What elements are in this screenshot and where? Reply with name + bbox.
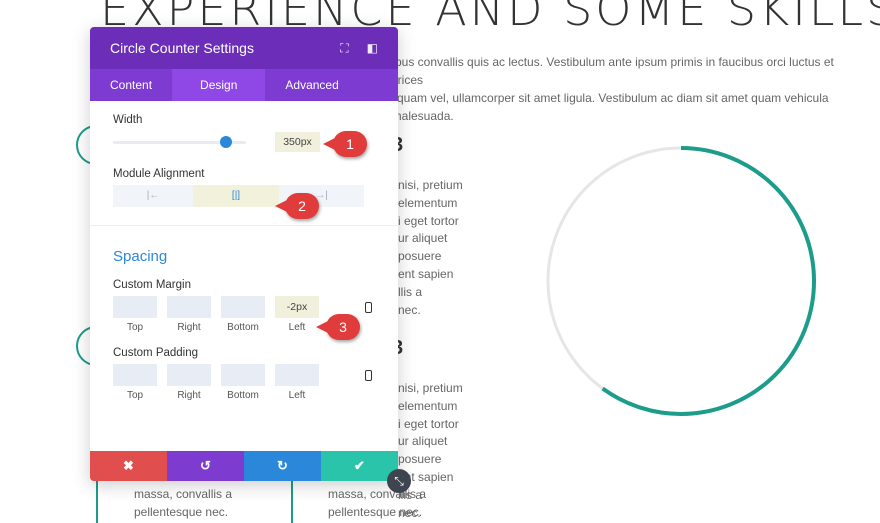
spacing-field-right: Right (167, 296, 211, 333)
fullscreen-icon[interactable]: ⛶ (340, 41, 348, 56)
text-line: ur aliquet (398, 434, 448, 449)
field-caption: Bottom (227, 322, 259, 333)
text-line: i eget tortor (398, 213, 459, 228)
padding-label: Custom Padding (113, 347, 199, 359)
padding-bottom-input[interactable] (221, 364, 265, 386)
resize-handle-icon[interactable]: ⤡ (387, 469, 411, 493)
padding-left-input[interactable] (275, 364, 319, 386)
spacing-field-top: Top (113, 296, 157, 333)
padding-top-input[interactable] (113, 364, 157, 386)
settings-panel: Circle Counter Settings ⛶ ◧ Content Desi… (90, 27, 398, 481)
undo-button[interactable]: ↺ (167, 451, 244, 481)
text-line: ur aliquet (398, 231, 448, 246)
spacing-field-left: Left (275, 364, 319, 401)
padding-right-input[interactable] (167, 364, 211, 386)
divider (90, 225, 398, 226)
intro-line: mpus convallis quis ac lectus. Vestibulu… (385, 55, 834, 87)
annotation-badge: 1 (323, 131, 367, 157)
card-border (96, 481, 98, 523)
spacing-field-top: Top (113, 364, 157, 401)
text-line: pellentesque nec. (328, 504, 423, 519)
tab-design[interactable]: Design (172, 69, 266, 101)
margin-top-input[interactable] (113, 296, 157, 318)
panel-tabs: Content Design Advanced (90, 69, 398, 101)
field-caption: Top (126, 390, 144, 401)
panel-title: Circle Counter Settings (110, 40, 254, 56)
align-center-button[interactable]: [|] (193, 185, 279, 207)
text-line: nisi, pretium (398, 381, 463, 395)
circle-counter (546, 146, 816, 416)
field-caption: Left (288, 322, 306, 333)
alignment-options: |← [|] →| (113, 185, 375, 207)
slider-handle[interactable] (220, 136, 233, 148)
text-line: nec. (398, 302, 421, 317)
spacing-field-bottom: Bottom (221, 364, 265, 401)
intro-line: t malesuada. (385, 109, 454, 123)
padding-fields: Top Right Bottom Left (113, 364, 375, 401)
card-text: massa, convallis a pellentesque nec. (328, 486, 426, 522)
panel-header: Circle Counter Settings ⛶ ◧ (90, 27, 398, 69)
text-line: ent sapien (398, 266, 454, 281)
text-line: massa, convallis a (328, 487, 427, 501)
card-text: massa, convallis a pellentesque nec. (134, 486, 232, 522)
width-label: Width (113, 114, 143, 126)
text-column: nisi, pretium elementum i eget tortor ur al… (398, 177, 463, 319)
cancel-button[interactable]: ✖ (90, 451, 167, 481)
intro-text: mpus convallis quis ac lectus. Vestibulu… (385, 53, 875, 125)
text-line: posuere (398, 452, 442, 467)
align-left-button[interactable]: |← (113, 185, 193, 207)
intro-line: aliquam vel, ullamcorper sit amet ligula… (385, 91, 829, 105)
width-value-input[interactable]: 350px (275, 132, 320, 152)
text-line: pellentesque nec. (134, 504, 229, 519)
spacing-field-left: -2px Left (275, 296, 319, 333)
spacing-field-right: Right (167, 364, 211, 401)
text-line: nisi, pretium (398, 178, 463, 192)
field-caption: Right (177, 322, 201, 333)
text-line: i eget tortor (398, 416, 459, 431)
margin-bottom-input[interactable] (221, 296, 265, 318)
margin-right-input[interactable] (167, 296, 211, 318)
spacing-section-title: Spacing (113, 248, 168, 265)
field-caption: Bottom (227, 390, 259, 401)
card-border (291, 481, 293, 523)
text-line: llis a (398, 284, 423, 299)
field-caption: Right (177, 390, 201, 401)
text-line: elementum (398, 195, 458, 210)
text-line: massa, convallis a (134, 487, 233, 501)
annotation-badge: 2 (275, 193, 319, 219)
sidebar-toggle-icon[interactable]: ◧ (367, 41, 378, 55)
mobile-device-icon[interactable] (365, 302, 372, 313)
field-caption: Top (126, 322, 144, 333)
save-button[interactable]: ✔ (321, 451, 398, 481)
tab-advanced[interactable]: Advanced (265, 69, 358, 101)
mobile-device-icon[interactable] (365, 370, 372, 381)
tab-content[interactable]: Content (90, 69, 172, 101)
annotation-badge: 3 (316, 314, 360, 340)
panel-footer: ✖ ↺ ↻ ✔ (90, 451, 398, 481)
field-caption: Left (288, 390, 306, 401)
alignment-label: Module Alignment (113, 168, 205, 180)
text-line: elementum (398, 398, 458, 413)
spacing-field-bottom: Bottom (221, 296, 265, 333)
redo-button[interactable]: ↻ (244, 451, 321, 481)
text-line: posuere (398, 249, 442, 264)
margin-label: Custom Margin (113, 279, 191, 291)
margin-left-input[interactable]: -2px (275, 296, 319, 318)
